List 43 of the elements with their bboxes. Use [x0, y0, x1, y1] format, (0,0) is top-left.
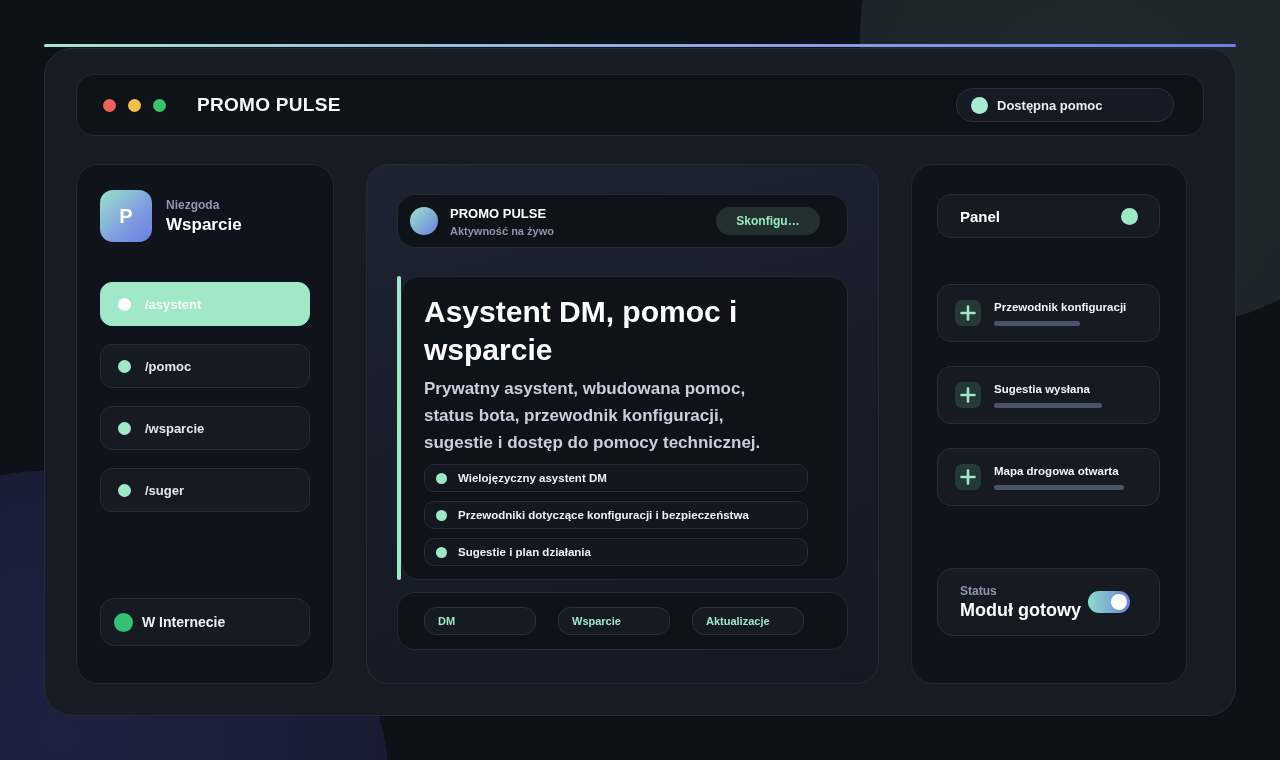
- window-close-button[interactable]: [103, 98, 116, 112]
- item-title: Sugestia wysłana: [994, 382, 1091, 397]
- feature-label: Sugestie i plan działania: [458, 546, 591, 558]
- help-status-label: Dostępna pomoc: [997, 97, 1103, 113]
- plus-icon: [955, 300, 981, 326]
- status-value: Moduł gotowy: [960, 599, 1081, 621]
- plus-icon: [955, 382, 981, 408]
- panel-title: Panel: [960, 207, 1001, 225]
- dot-icon: [118, 297, 131, 311]
- window-maximize-button[interactable]: [153, 98, 166, 112]
- tag-chip: DM: [424, 607, 536, 635]
- item-title: Przewodnik konfiguracji: [994, 300, 1127, 315]
- status-label: Status: [960, 583, 998, 598]
- nav-item[interactable]: /suger: [100, 468, 310, 512]
- toggle-switch[interactable]: [1088, 591, 1130, 613]
- online-status-label: W Internecie: [142, 614, 226, 630]
- bot-activity: Aktywność na żywo: [450, 224, 554, 237]
- plus-icon: [955, 464, 981, 490]
- item-title: Mapa drogowa otwarta: [994, 464, 1120, 479]
- app-title: PROMO PULSE: [197, 94, 341, 116]
- nav-item[interactable]: /pomoc: [100, 344, 310, 388]
- status-dot-icon: [971, 96, 988, 114]
- brand-subtitle: Niezgoda: [166, 197, 221, 212]
- tag-chip: Wsparcie: [558, 607, 670, 635]
- bot-name: PROMO PULSE: [450, 205, 548, 221]
- brand-logo: P: [100, 190, 152, 242]
- dot-icon: [118, 483, 131, 497]
- tag-chip: Aktualizacje: [692, 607, 804, 635]
- bullet-icon: [436, 546, 447, 558]
- status-dot-icon: [1121, 207, 1138, 225]
- bullet-icon: [436, 509, 447, 521]
- feature-label: Wielojęzyczny asystent DM: [458, 472, 607, 484]
- feature-label: Przewodniki dotyczące konfiguracji i bezpieczeństwa: [458, 509, 749, 521]
- window-minimize-button[interactable]: [128, 98, 141, 112]
- dot-icon: [118, 421, 131, 435]
- avatar-icon: [410, 207, 438, 235]
- brand-title: Wsparcie: [166, 214, 242, 235]
- hero-title: Asystent DM, pomoc i wsparcie: [424, 294, 739, 368]
- dot-icon: [118, 359, 131, 373]
- bullet-icon: [436, 472, 447, 484]
- configure-button[interactable]: Skonfigu…: [716, 207, 820, 235]
- hero-description: Prywatny asystent, wbudowana pomoc, status bota, przewodnik konfiguracji, sugestie i dostęp do pomocy technicznej.: [424, 378, 762, 454]
- nav-item[interactable]: /wsparcie: [100, 406, 310, 450]
